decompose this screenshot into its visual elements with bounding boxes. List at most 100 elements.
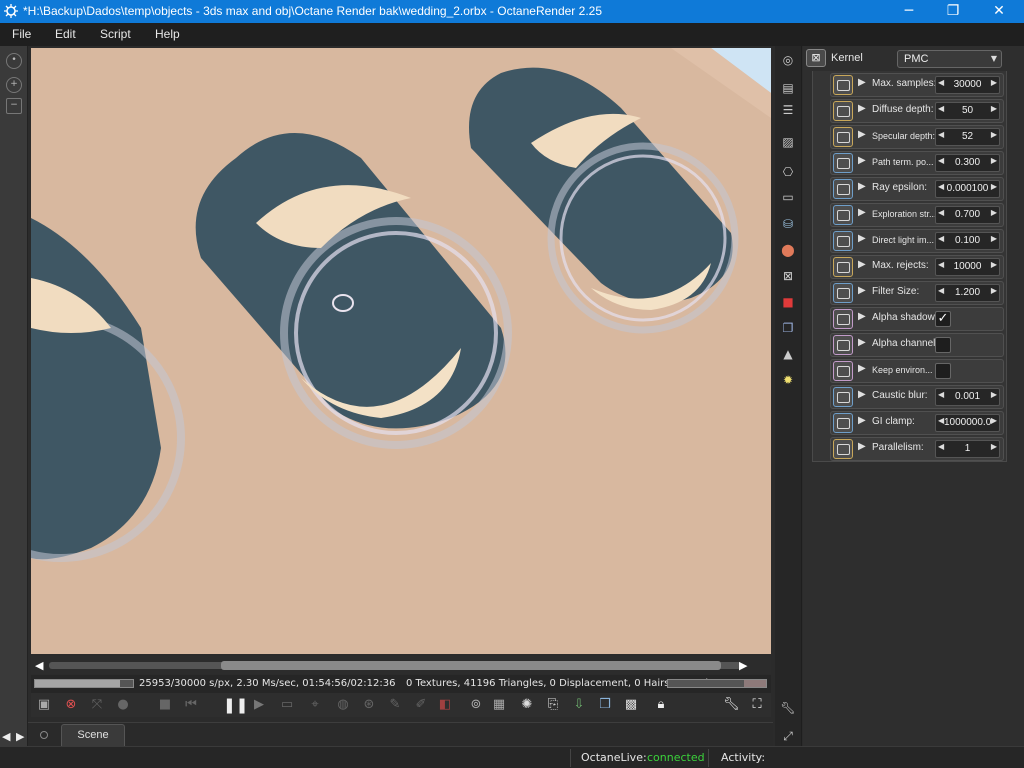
copy-clipboard-icon[interactable]: ⎘: [545, 697, 561, 713]
expand-arrow-icon[interactable]: ▶: [858, 103, 866, 114]
increment-icon[interactable]: ▶: [991, 208, 997, 217]
film-region-icon[interactable]: ◧: [437, 697, 453, 713]
mesh-icon[interactable]: ■: [780, 294, 796, 310]
settings-wrench-icon[interactable]: 🔧︎: [723, 697, 740, 713]
increment-icon[interactable]: ▶: [991, 416, 997, 425]
increment-icon[interactable]: ▶: [991, 182, 997, 191]
increment-icon[interactable]: ▶: [991, 286, 997, 295]
decal-icon[interactable]: ✺: [519, 697, 535, 713]
expand-arrow-icon[interactable]: ▶: [858, 389, 866, 400]
settings-wrench-icon[interactable]: 🔧︎: [780, 700, 796, 716]
param-value-spinner[interactable]: ◀ 1.200 ▶: [935, 284, 1000, 302]
kernel-icon[interactable]: ⊠: [780, 268, 796, 284]
expand-arrow-icon[interactable]: ▶: [858, 441, 866, 452]
expand-arrow-icon[interactable]: ▶: [858, 155, 866, 166]
checker-icon[interactable]: ▩: [623, 697, 639, 713]
expand-arrow-icon[interactable]: ▶: [858, 207, 866, 218]
param-value-spinner[interactable]: ◀ 0.000100 ▶: [935, 180, 1000, 198]
pause-button[interactable]: ❚❚: [223, 697, 248, 713]
expand-arrow-icon[interactable]: ▶: [858, 77, 866, 88]
menu-edit[interactable]: Edit: [55, 27, 76, 41]
expand-arrow-icon[interactable]: ▶: [858, 363, 866, 374]
expand-arrow-icon[interactable]: ▶: [858, 311, 866, 322]
start-button[interactable]: ▶: [251, 697, 267, 713]
lock-viewport-icon[interactable]: ⊚: [468, 697, 484, 713]
param-row[interactable]: ▶ Alpha channel:: [830, 333, 1004, 357]
kernel-type-select[interactable]: PMC ▼: [897, 50, 1002, 68]
restart-button[interactable]: ⏮: [183, 697, 199, 713]
param-row[interactable]: ▶ Filter Size: ◀ 1.200 ▶: [830, 281, 1004, 305]
zoom-icon[interactable]: +: [6, 77, 22, 93]
param-value[interactable]: 10000: [944, 261, 991, 272]
close-button[interactable]: ✕: [976, 0, 1022, 23]
param-row[interactable]: ▶ Specular depth: ◀ 52 ▶: [830, 125, 1004, 149]
layer-icon[interactable]: ☰: [780, 102, 796, 118]
stop-button[interactable]: ■: [157, 697, 173, 713]
scroll-right-icon[interactable]: ▶: [739, 659, 747, 672]
param-row[interactable]: ▶ Max. rejects: ◀ 10000 ▶: [830, 255, 1004, 279]
collapse-icon[interactable]: −: [6, 98, 22, 114]
param-row[interactable]: ▶ GI clamp: ◀ 1000000.0 ▶: [830, 411, 1004, 435]
param-value-spinner[interactable]: ◀ 0.001 ▶: [935, 388, 1000, 406]
param-value[interactable]: 0.000100: [944, 183, 991, 194]
material-icon[interactable]: ⬤: [780, 242, 796, 258]
param-value[interactable]: 1: [944, 443, 991, 454]
param-row[interactable]: ▶ Max. samples: ◀ 30000 ▶: [830, 73, 1004, 97]
param-value-spinner[interactable]: ◀ 1 ▶: [935, 440, 1000, 458]
param-value[interactable]: 52: [944, 131, 991, 142]
maximize-button[interactable]: ❐: [930, 0, 976, 23]
param-value-spinner[interactable]: ◀ 50 ▶: [935, 102, 1000, 120]
expand-arrow-icon[interactable]: ▶: [858, 415, 866, 426]
region-render-icon[interactable]: ▭: [279, 697, 295, 713]
material-picker-icon[interactable]: ◍: [335, 697, 351, 713]
reset-camera-icon[interactable]: ⊗: [63, 697, 79, 713]
camera-target-icon[interactable]: ✐: [413, 697, 429, 713]
param-value-spinner[interactable]: ◀ 0.700 ▶: [935, 206, 1000, 224]
scroll-thumb[interactable]: [221, 661, 721, 670]
geometry-icon[interactable]: ⛁: [780, 216, 796, 232]
instances-icon[interactable]: ❐: [780, 320, 796, 336]
grid-icon[interactable]: ▦: [491, 697, 507, 713]
expand-icon[interactable]: ⤢: [780, 728, 796, 744]
expand-arrow-icon[interactable]: ▶: [858, 129, 866, 140]
object-picker-icon[interactable]: ⊛: [361, 697, 377, 713]
scene-prev-icon[interactable]: ◀: [2, 730, 10, 743]
param-row[interactable]: ▶ Path term. po... ◀ 0.300 ▶: [830, 151, 1004, 175]
param-row[interactable]: ▶ Caustic blur: ◀ 0.001 ▶: [830, 385, 1004, 409]
autofocus-icon[interactable]: ⌖: [307, 697, 323, 713]
expand-arrow-icon[interactable]: ▶: [858, 233, 866, 244]
render-viewport[interactable]: [31, 48, 771, 654]
viewport-scrollbar[interactable]: ◀ ▶: [31, 656, 771, 674]
expand-arrow-icon[interactable]: ▶: [858, 337, 866, 348]
pin-icon[interactable]: [40, 731, 48, 739]
menu-help[interactable]: Help: [155, 27, 180, 41]
param-value-spinner[interactable]: ◀ 10000 ▶: [935, 258, 1000, 276]
scene-next-icon[interactable]: ▶: [16, 730, 24, 743]
lock-icon[interactable]: 🔒︎: [653, 697, 669, 713]
imager-icon[interactable]: ▭: [780, 189, 796, 205]
menu-file[interactable]: File: [12, 27, 31, 41]
increment-icon[interactable]: ▶: [991, 156, 997, 165]
param-value-spinner[interactable]: ◀ 0.100 ▶: [935, 232, 1000, 250]
param-row[interactable]: ▶ Exploration str... ◀ 0.700 ▶: [830, 203, 1004, 227]
param-row[interactable]: ▶ Parallelism: ◀ 1 ▶: [830, 437, 1004, 461]
param-checkbox[interactable]: ✓: [935, 311, 951, 327]
export-passes-icon[interactable]: ❒: [597, 697, 613, 713]
param-value[interactable]: 50: [944, 105, 991, 116]
param-row[interactable]: ▶ Alpha shadows: ✓: [830, 307, 1004, 331]
param-value[interactable]: 30000: [944, 79, 991, 90]
increment-icon[interactable]: ▶: [991, 260, 997, 269]
param-value-spinner[interactable]: ◀ 1000000.0 ▶: [935, 414, 1000, 432]
param-value-spinner[interactable]: ◀ 52 ▶: [935, 128, 1000, 146]
image-icon[interactable]: ▲: [780, 346, 796, 362]
param-row[interactable]: ▶ Diffuse depth: ◀ 50 ▶: [830, 99, 1004, 123]
param-checkbox[interactable]: [935, 337, 951, 353]
increment-icon[interactable]: ▶: [991, 234, 997, 243]
param-row[interactable]: ▶ Ray epsilon: ◀ 0.000100 ▶: [830, 177, 1004, 201]
environment-icon[interactable]: ▨: [780, 134, 796, 150]
render-target-icon[interactable]: ◎: [780, 52, 796, 68]
viewport-icon[interactable]: ▣: [36, 697, 52, 713]
increment-icon[interactable]: ▶: [991, 130, 997, 139]
param-row[interactable]: ▶ Keep environ...: [830, 359, 1004, 383]
increment-icon[interactable]: ▶: [991, 104, 997, 113]
